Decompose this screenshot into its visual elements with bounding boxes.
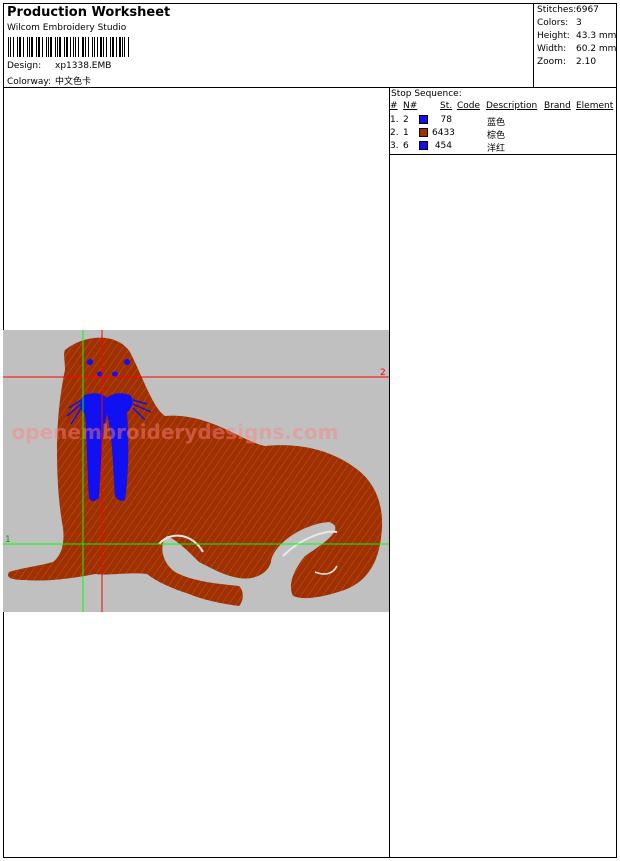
barcode-bar (87, 37, 89, 57)
barcode-bar (23, 37, 25, 57)
barcode-bar (82, 37, 85, 57)
stat-value: 6967 (576, 5, 599, 15)
barcode-bar (54, 37, 56, 57)
colorway-value: 中文色卡 (55, 77, 92, 87)
design-label: Design: (7, 61, 42, 71)
design-row: Design: xp1338.EMB (7, 61, 111, 71)
barcode-bar (41, 37, 44, 57)
barcode (8, 37, 130, 57)
barcode-bar (96, 37, 98, 57)
stat-label: Width: (537, 44, 567, 54)
stat-height: Height: 43.3 mm (537, 31, 616, 41)
barcode-bar (8, 37, 10, 57)
barcode-bar (47, 37, 49, 57)
barcode-bar (37, 37, 40, 57)
color-swatch (419, 141, 428, 150)
col-code: Code (457, 101, 481, 111)
barcode-bar (74, 37, 77, 57)
barcode-bar (64, 37, 66, 57)
color-swatch (419, 115, 428, 124)
barcode-bar (128, 37, 129, 57)
walrus-embroidery: openembroiderydesigns.com 2 1 (3, 330, 389, 612)
row-code: 6433 (432, 128, 455, 138)
col-brand: Brand (544, 101, 571, 111)
barcode-bar (85, 37, 86, 57)
stop-table-divider (389, 154, 617, 155)
barcode-bar (16, 37, 19, 57)
stat-label: Stitches: (537, 5, 577, 15)
stat-label: Zoom: (537, 57, 566, 67)
row-index: 2. (390, 128, 399, 138)
barcode-bar (31, 37, 33, 57)
worksheet-title: Production Worksheet (7, 5, 171, 20)
row-description: 蓝色 (487, 118, 506, 128)
barcode-bar (59, 37, 62, 57)
stat-zoom: Zoom: 2.10 (537, 57, 596, 67)
barcode-bar (28, 37, 30, 57)
barcode-bar (10, 37, 12, 57)
row-description: 棕色 (487, 131, 506, 141)
barcode-bar (119, 37, 121, 57)
stat-width: Width: 60.2 mm (537, 44, 616, 54)
stat-label: Height: (537, 31, 570, 41)
row-needle: 6 (403, 141, 409, 151)
watermark-text: openembroiderydesigns.com (12, 420, 339, 444)
green-marker-label: 1 (5, 535, 11, 545)
software-name: Wilcom Embroidery Studio (7, 23, 127, 33)
barcode-bar (35, 37, 37, 57)
color-swatch (419, 128, 428, 137)
row-code: 454 (434, 141, 452, 151)
col-hash: # (390, 101, 398, 111)
barcode-bar (56, 37, 58, 57)
barcode-bar (111, 37, 114, 57)
row-code: 78 (440, 115, 452, 125)
barcode-bar (69, 37, 71, 57)
row-index: 3. (390, 141, 399, 151)
barcode-bar (46, 37, 47, 57)
row-needle: 1 (403, 128, 409, 138)
barcode-bar (102, 37, 105, 57)
stat-value: 2.10 (576, 57, 597, 67)
barcode-bar (115, 37, 117, 57)
barcode-bar (50, 37, 52, 57)
col-needle: N# (403, 101, 418, 111)
stat-label: Colors: (537, 18, 569, 28)
column-divider (389, 87, 390, 858)
stat-value: 3 (576, 18, 582, 28)
col-element: Element (576, 101, 614, 111)
header-divider (3, 87, 617, 88)
barcode-bar (78, 37, 80, 57)
barcode-bar (106, 37, 107, 57)
barcode-bar (109, 37, 111, 57)
stat-stitches: Stitches:6967 (537, 5, 599, 15)
barcode-bar (93, 37, 95, 57)
barcode-bar (27, 37, 28, 57)
col-st: St. (440, 101, 453, 111)
design-filename: xp1338.EMB (55, 61, 112, 71)
colorway-label: Colorway: (7, 77, 52, 87)
barcode-bar (73, 37, 74, 57)
stat-value: 43.3 mm (576, 31, 617, 41)
col-description: Description (486, 101, 538, 111)
stat-colors: Colors: 3 (537, 18, 582, 28)
row-needle: 2 (403, 115, 409, 125)
barcode-bar (19, 37, 22, 57)
barcode-bar (121, 37, 123, 57)
colorway-row: Colorway: 中文色卡 (7, 74, 91, 87)
barcode-bar (66, 37, 68, 57)
row-description: 洋红 (487, 144, 506, 154)
row-index: 1. (390, 115, 399, 125)
design-preview: openembroiderydesigns.com 2 1 (3, 330, 389, 612)
stop-sequence-title: Stop Sequence: (391, 89, 462, 99)
stat-value: 60.2 mm (576, 44, 617, 54)
barcode-bar (100, 37, 102, 57)
barcode-bar (13, 37, 14, 57)
barcode-bar (124, 37, 126, 57)
red-marker-label: 2 (380, 368, 386, 378)
stats-panel: Stitches:6967 Colors: 3 Height: 43.3 mm Wi… (533, 3, 617, 87)
barcode-bar (91, 37, 93, 57)
